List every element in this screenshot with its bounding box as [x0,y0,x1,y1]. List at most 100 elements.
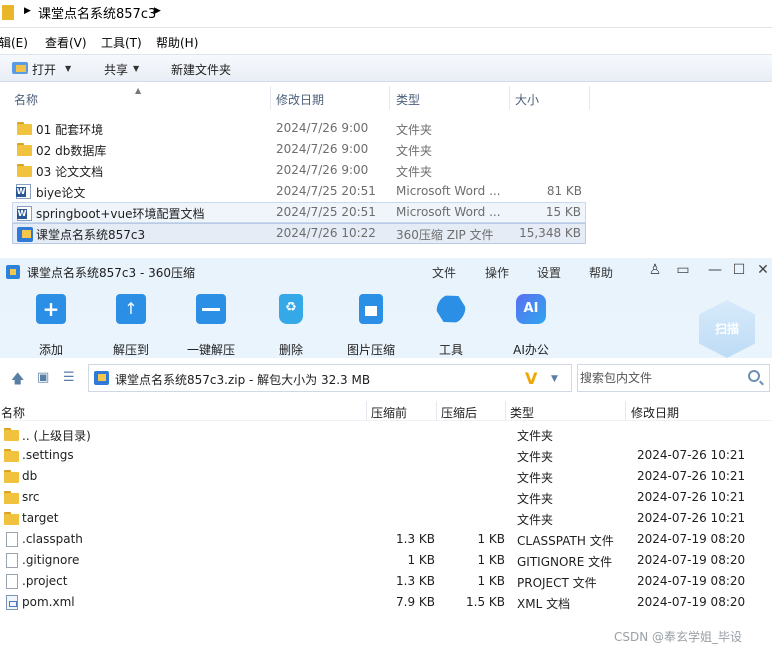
archive-window: 课堂点名系统857c3 - 360压缩 文件 操作 设置 帮助 ♙ ▭ — ☐ … [0,258,772,651]
tools-button[interactable]: 工具 [419,294,483,357]
scan-button[interactable]: 扫描 [699,300,755,358]
archive-row[interactable]: src 文件夹 2024-07-26 10:21 [0,487,772,508]
column-divider[interactable] [436,401,437,421]
menu-operation[interactable]: 操作 [485,264,509,281]
breadcrumb[interactable]: 课堂点名系统857c3 [38,3,156,22]
up-arrow-icon[interactable]: 🡅 [11,370,24,392]
delete-button[interactable]: 删除 [259,294,323,357]
skin-icon[interactable]: ♙ [646,262,664,278]
archive-row[interactable]: target 文件夹 2024-07-26 10:21 [0,508,772,529]
archive-path-field[interactable]: 课堂点名系统857c3.zip - 解包大小为 32.3 MB V ▼ [88,364,572,392]
archive-row[interactable]: .. (上级目录) 文件夹 [0,424,772,445]
thumbnail-view-icon[interactable]: ▣ [37,370,49,385]
folder-icon [17,122,32,135]
column-after[interactable]: 压缩后 [441,404,477,421]
file-icon [6,553,18,568]
column-type[interactable]: 类型 [510,404,534,421]
explorer-window: ▶ 课堂点名系统857c3 ▶ 辑(E) 查看(V) 工具(T) 帮助(H) 打… [0,0,772,258]
extract-to-button[interactable]: 解压到 [99,294,163,357]
scan-label: 扫描 [714,322,739,336]
search-input[interactable] [580,369,740,387]
search-box[interactable] [577,364,770,392]
column-divider[interactable] [270,86,271,110]
image-compress-icon [359,294,383,324]
open-button[interactable]: 打开 [32,61,56,78]
column-before[interactable]: 压缩前 [371,404,407,421]
column-divider[interactable] [509,86,510,110]
one-click-extract-button[interactable]: 一键解压 [179,294,243,357]
entry-type: XML 文档 [517,597,571,611]
menu-file[interactable]: 文件 [432,264,456,281]
add-button[interactable]: 添加 [19,294,83,357]
column-date[interactable]: 修改日期 [631,404,679,421]
column-name[interactable]: 名称 [1,404,25,421]
chevron-down-icon[interactable]: ▼ [133,64,139,73]
file-size: 15 KB [545,205,581,219]
image-compress-button[interactable]: 图片压缩 [339,294,403,357]
column-header: 名称 压缩前 压缩后 类型 修改日期 [0,401,772,421]
archive-row[interactable]: db 文件夹 2024-07-26 10:21 [0,466,772,487]
ribbon-label: 图片压缩 [346,343,395,357]
chevron-down-icon[interactable]: ▼ [551,374,558,384]
archive-row[interactable]: .classpath 1.3 KB 1 KB CLASSPATH 文件 2024… [0,529,772,550]
new-folder-button[interactable]: 新建文件夹 [171,61,231,78]
share-button[interactable]: 共享 [104,61,128,78]
column-divider[interactable] [389,86,390,110]
archive-row[interactable]: .gitignore 1 KB 1 KB GITIGNORE 文件 2024-0… [0,550,772,571]
maximize-icon[interactable]: ☐ [730,262,748,278]
entry-name: .. (上级目录) [22,429,91,443]
archive-row[interactable]: .settings 文件夹 2024-07-26 10:21 [0,445,772,466]
menu-view[interactable]: 查看(V) [45,34,87,51]
zip-icon [17,227,33,242]
column-type[interactable]: 类型 [396,91,420,108]
file-type: Microsoft Word ... [396,184,501,198]
chevron-right-icon[interactable]: ▶ [154,6,161,16]
file-row[interactable]: 01 配套环境 2024/7/26 9:00 文件夹 [12,118,586,139]
chevron-right-icon[interactable]: ▶ [24,6,31,16]
file-row[interactable]: springboot+vue环境配置文档 2024/7/25 20:51 Mic… [12,202,586,223]
list-view-icon[interactable]: ☰ [63,370,75,385]
column-divider[interactable] [625,401,626,421]
entry-date: 2024-07-19 08:20 [637,574,746,588]
recycle-bin-icon [279,294,303,324]
file-row[interactable]: 03 论文文档 2024/7/26 9:00 文件夹 [12,160,586,181]
feedback-icon[interactable]: ▭ [674,262,692,278]
entry-type: 文件夹 [517,429,554,443]
ribbon-label: 一键解压 [186,343,235,357]
tools-icon [431,289,470,329]
file-name: biye论文 [36,186,86,200]
file-row[interactable]: 02 db数据库 2024/7/26 9:00 文件夹 [12,139,586,160]
close-icon[interactable]: ✕ [754,262,772,278]
menu-tools[interactable]: 工具(T) [101,34,142,51]
ai-office-button[interactable]: AI办公 [499,294,563,357]
menu-help[interactable]: 帮助(H) [156,34,198,51]
search-icon[interactable] [748,370,760,382]
entry-date: 2024-07-26 10:21 [637,469,746,483]
archive-row[interactable]: pom.xml 7.9 KB 1.5 KB XML 文档 2024-07-19 … [0,592,772,613]
column-name[interactable]: 名称 [14,91,38,108]
xml-file-icon [6,595,18,610]
file-row[interactable]: biye论文 2024/7/25 20:51 Microsoft Word ..… [12,181,586,202]
folder-icon [2,5,14,20]
column-divider[interactable] [505,401,506,421]
ribbon-label: 添加 [38,343,63,357]
minimize-icon[interactable]: — [706,262,724,278]
v-brand-icon[interactable]: V [525,369,537,388]
ribbon-label: 删除 [278,343,303,357]
archive-row[interactable]: .project 1.3 KB 1 KB PROJECT 文件 2024-07-… [0,571,772,592]
menu-edit[interactable]: 辑(E) [0,34,28,51]
column-date[interactable]: 修改日期 [276,91,324,108]
column-divider[interactable] [366,401,367,421]
column-header: ▲ 名称 修改日期 类型 大小 [0,86,772,110]
address-bar[interactable]: ▶ 课堂点名系统857c3 ▶ [0,0,772,28]
menu-help[interactable]: 帮助 [589,264,613,281]
entry-date: 2024-07-26 10:21 [637,490,746,504]
file-size: 15,348 KB [519,226,581,240]
add-icon [36,294,66,324]
column-divider[interactable] [589,86,590,110]
column-size[interactable]: 大小 [515,91,539,108]
entry-name: .gitignore [22,553,80,567]
file-row-selected[interactable]: 课堂点名系统857c3 2024/7/26 10:22 360压缩 ZIP 文件… [12,223,586,244]
menu-settings[interactable]: 设置 [537,264,561,281]
chevron-down-icon[interactable]: ▼ [65,64,71,73]
